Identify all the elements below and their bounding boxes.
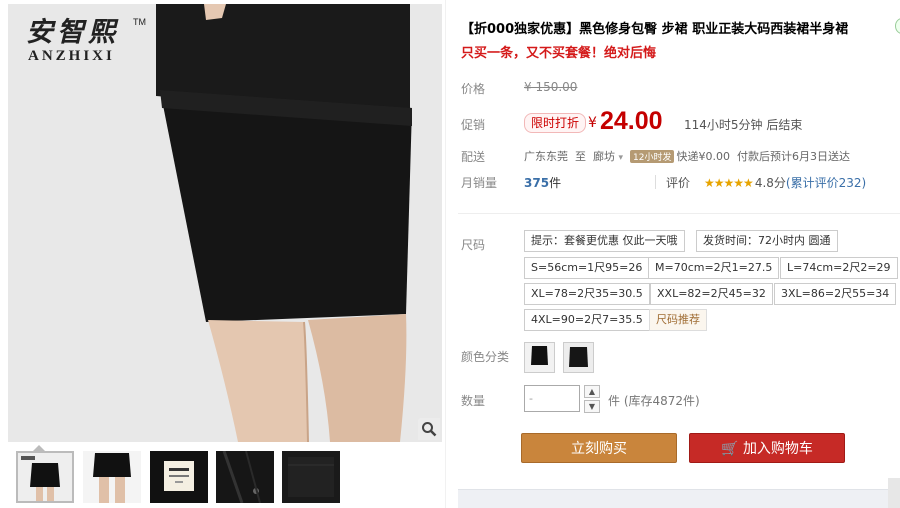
size-option-xxl[interactable]: XXL=82=2尺45=32 [650, 283, 773, 305]
star-rating-icon: ★★★★★ [704, 176, 754, 190]
zoom-button[interactable] [418, 418, 440, 440]
magnifier-icon [422, 422, 437, 437]
color-swatch-1[interactable] [524, 342, 555, 373]
color-label: 颜色分类 [461, 350, 510, 364]
currency-symbol: ¥ [588, 115, 597, 131]
thumbnail-2[interactable] [83, 451, 141, 503]
quantity-increase-button[interactable]: ▲ [584, 385, 600, 398]
delivery-eta: 付款后预计6月3日送达 [736, 150, 850, 163]
quantity-label: 数量 [461, 394, 486, 408]
add-to-cart-button[interactable]: 🛒 加入购物车 [689, 433, 845, 463]
delivery-from: 广东东莞 [524, 150, 568, 163]
size-label: 尺码 [461, 238, 486, 252]
thumbnail-5[interactable] [282, 451, 340, 503]
panel-divider [445, 0, 446, 508]
trademark-mark: TM [133, 17, 146, 27]
thumbnail-1[interactable] [16, 451, 74, 503]
price-label: 价格 [461, 82, 486, 96]
size-recommend-link[interactable]: 尺码推荐 [649, 309, 707, 331]
review-count-link[interactable]: (累计评价232) [786, 176, 866, 190]
product-gallery: 安智熙 ANZHIXI TM [0, 0, 445, 508]
cart-icon: 🛒 [721, 441, 739, 457]
section-divider [458, 213, 900, 214]
monthly-sales-label: 月销量 [461, 176, 498, 190]
product-info-panel: 【折000独家优惠】黑色修身包臀 步裙 职业正装大码西装裙半身裙 只买一条，又不… [458, 0, 900, 508]
scrollbar[interactable] [888, 478, 900, 508]
delivery-label: 配送 [461, 150, 486, 164]
brand-name-cn: 安智熙 [26, 17, 119, 48]
rating-label: 评价 [666, 176, 691, 190]
skirt-photo [8, 4, 442, 442]
sales-unit: 件 [549, 176, 562, 190]
thumbnail-4[interactable] [216, 451, 274, 503]
brand-logo: 安智熙 ANZHIXI TM [26, 17, 146, 64]
size-option[interactable]: 发货时间：72小时内 圆通 [696, 230, 838, 252]
shipping-fee: 快递¥0.00 [676, 150, 730, 163]
award-icon [895, 18, 900, 34]
chevron-down-icon[interactable]: ▾ [619, 153, 624, 163]
delivery-info: 广东东莞 至 廊坊 ▾ 12小时发 快递¥0.00 付款后预计6月3日送达 [524, 148, 850, 164]
ship-time-badge: 12小时发 [630, 150, 675, 163]
delivery-destination[interactable]: 廊坊 [593, 150, 615, 163]
product-subtitle: 只买一条，又不买套餐！绝对后悔 [461, 46, 657, 61]
bottom-bar [458, 489, 900, 508]
brand-name-en: ANZHIXI [28, 48, 115, 64]
size-option-s[interactable]: S=56cm=1尺95=26 [524, 257, 650, 279]
color-swatch-2[interactable] [563, 342, 594, 373]
stock-info: 件 (库存4872件) [608, 394, 700, 408]
size-option-xl[interactable]: XL=78=2尺35=30.5 [524, 283, 650, 305]
quantity-input[interactable] [524, 385, 580, 412]
size-option-4xl[interactable]: 4XL=90=2尺7=35.5 [524, 309, 650, 331]
promo-tag: 限时打折 [524, 113, 587, 133]
promo-label: 促销 [461, 118, 486, 132]
size-option-m[interactable]: M=70cm=2尺1=27.5 [648, 257, 780, 279]
rating-score: 4.8分 [754, 176, 786, 190]
promo-price: 24.00 [600, 107, 663, 135]
size-option[interactable]: 提示：套餐更优惠 仅此一天哦 [524, 230, 685, 252]
delivery-to-word: 至 [575, 150, 586, 163]
size-option-l[interactable]: L=74cm=2尺2=29 [780, 257, 898, 279]
rating-summary: 评价 ★★★★★ 4.8分(累计评价232) [666, 174, 866, 191]
divider [655, 175, 656, 189]
add-to-cart-label: 加入购物车 [742, 441, 813, 457]
thumbnail-strip [16, 451, 346, 503]
monthly-sales: 375件 [524, 174, 561, 191]
product-title: 【折000独家优惠】黑色修身包臀 步裙 职业正装大码西装裙半身裙 [461, 22, 849, 37]
sales-count: 375 [524, 176, 550, 190]
quantity-decrease-button[interactable]: ▼ [584, 400, 600, 413]
original-price: ¥ 150.00 [524, 80, 578, 94]
promo-countdown: 114小时5分钟 后结束 [684, 118, 803, 132]
buy-now-button[interactable]: 立刻购买 [521, 433, 677, 463]
main-product-image[interactable]: 安智熙 ANZHIXI TM [8, 4, 442, 442]
size-option-3xl[interactable]: 3XL=86=2尺55=34 [774, 283, 897, 305]
thumbnail-3[interactable] [150, 451, 208, 503]
